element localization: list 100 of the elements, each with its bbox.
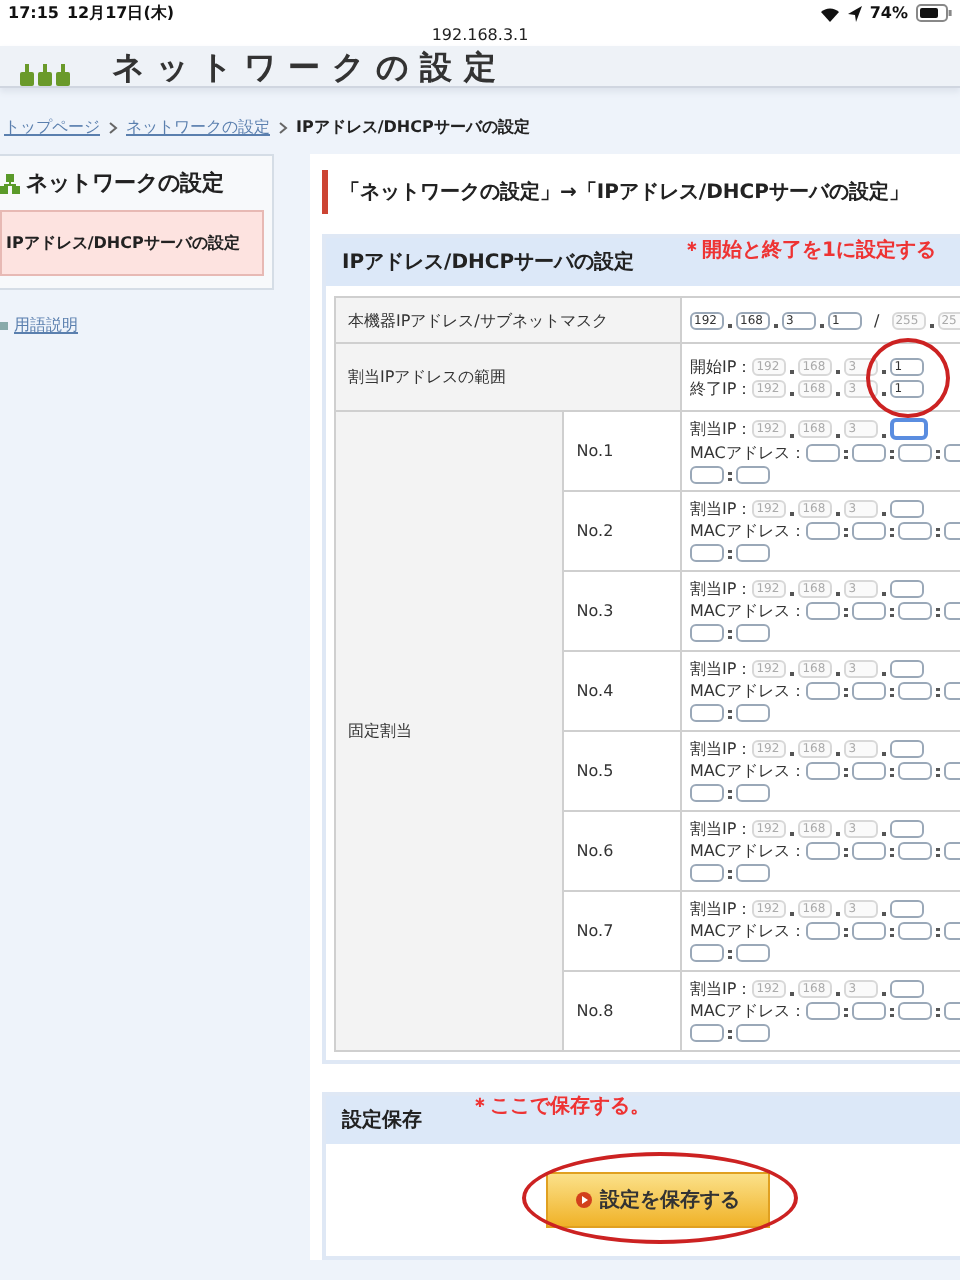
input-field[interactable]	[897, 682, 932, 700]
input-field[interactable]	[805, 602, 840, 620]
field-label: 割当IP：	[690, 418, 753, 440]
field-label: MACアドレス：	[690, 760, 806, 782]
input-field[interactable]	[897, 602, 932, 620]
colon-separator-icon	[843, 845, 848, 857]
input-field[interactable]	[851, 602, 886, 620]
colon-separator-icon	[728, 787, 732, 799]
dot-separator-icon	[836, 391, 841, 395]
input-field[interactable]	[890, 580, 925, 598]
input-field[interactable]	[736, 704, 770, 722]
help-link[interactable]: 用語説明	[14, 314, 78, 336]
annotation-note: ＊開始と終了を1に設定する	[682, 236, 937, 264]
table-cell: 固定割当	[335, 411, 564, 1051]
dot-separator-icon	[790, 512, 795, 516]
colon-separator-icon	[728, 707, 732, 719]
input-field[interactable]	[897, 922, 932, 940]
dot-separator-icon	[836, 992, 841, 996]
input-field[interactable]	[805, 762, 840, 780]
colon-separator-icon	[889, 685, 894, 697]
input-field[interactable]	[851, 444, 886, 462]
input-field[interactable]	[690, 864, 724, 882]
input-field[interactable]	[890, 740, 925, 758]
input-field[interactable]	[690, 624, 724, 642]
dot-separator-icon	[929, 323, 934, 327]
dot-separator-icon	[790, 369, 795, 373]
dot-separator-icon	[836, 592, 841, 596]
input-field[interactable]	[805, 522, 840, 540]
sidebar-item[interactable]: IPアドレス/DHCPサーバの設定	[0, 210, 264, 276]
table-cell: No.1	[563, 411, 681, 491]
input-field[interactable]	[851, 922, 886, 940]
input-field[interactable]	[851, 842, 886, 860]
breadcrumb-link[interactable]: トップページ	[4, 116, 100, 138]
field-label: MACアドレス：	[690, 600, 806, 622]
field-label: 割当IP：	[690, 898, 753, 920]
input-field[interactable]	[736, 784, 770, 802]
input-field[interactable]	[690, 944, 724, 962]
dot-separator-icon	[882, 391, 887, 395]
field-label: 割当IP：	[690, 738, 753, 760]
colon-separator-icon	[935, 605, 940, 617]
input-field[interactable]	[690, 784, 724, 802]
input-field[interactable]	[851, 682, 886, 700]
input-field[interactable]	[890, 980, 925, 998]
dot-separator-icon	[882, 752, 887, 756]
input-field[interactable]	[736, 864, 770, 882]
input-field[interactable]	[890, 900, 925, 918]
dot-separator-icon	[728, 323, 732, 327]
colon-separator-icon	[935, 447, 940, 459]
field-label: MACアドレス：	[690, 840, 806, 862]
breadcrumb-link[interactable]: ネットワークの設定	[126, 116, 270, 138]
input-field[interactable]	[805, 682, 840, 700]
input-field[interactable]	[690, 704, 724, 722]
dot-separator-icon	[836, 912, 841, 916]
input-field[interactable]	[890, 820, 925, 838]
panel-title: 設定保存	[342, 1106, 422, 1134]
dot-separator-icon	[790, 752, 795, 756]
input-field[interactable]	[890, 660, 925, 678]
input-field[interactable]	[805, 1002, 840, 1020]
field-label: 割当IP：	[690, 498, 753, 520]
input-field[interactable]	[805, 444, 840, 462]
field-label: MACアドレス：	[690, 1000, 806, 1022]
input-field[interactable]	[736, 1024, 770, 1042]
save-button[interactable]: 設定を保存する	[546, 1172, 770, 1228]
input-field[interactable]	[851, 762, 886, 780]
dot-separator-icon	[790, 592, 795, 596]
input-field[interactable]	[805, 922, 840, 940]
colon-separator-icon	[728, 947, 732, 959]
status-time: 17:15	[8, 4, 59, 22]
input-field[interactable]	[736, 544, 770, 562]
input-field[interactable]	[690, 544, 724, 562]
table-cell: No.5	[563, 731, 681, 811]
sidebar-heading: ネットワークの設定	[26, 168, 224, 198]
input-field[interactable]	[736, 466, 770, 484]
table-cell: No.4	[563, 651, 681, 731]
input-field[interactable]	[736, 624, 770, 642]
input-field[interactable]	[897, 522, 932, 540]
table-cell: No.8	[563, 971, 681, 1051]
input-field[interactable]	[897, 842, 932, 860]
table-cell: No.2	[563, 491, 681, 571]
input-field[interactable]	[690, 466, 724, 484]
page-title: ネットワークの設定	[112, 50, 508, 86]
input-field[interactable]	[805, 842, 840, 860]
colon-separator-icon	[728, 867, 732, 879]
dot-separator-icon	[882, 434, 887, 438]
colon-separator-icon	[728, 1027, 732, 1039]
separator-text: /	[872, 309, 882, 331]
input-field[interactable]	[897, 1002, 932, 1020]
dot-separator-icon	[882, 369, 887, 373]
input-field[interactable]	[851, 522, 886, 540]
input-field[interactable]	[897, 444, 932, 462]
input-field[interactable]	[897, 762, 932, 780]
input-field[interactable]	[690, 1024, 724, 1042]
input-field[interactable]	[851, 1002, 886, 1020]
input-field[interactable]	[890, 418, 929, 440]
colon-separator-icon	[728, 469, 732, 481]
dot-separator-icon	[882, 672, 887, 676]
input-field[interactable]	[890, 500, 925, 518]
colon-separator-icon	[935, 525, 940, 537]
colon-separator-icon	[935, 925, 940, 937]
input-field[interactable]	[736, 944, 770, 962]
